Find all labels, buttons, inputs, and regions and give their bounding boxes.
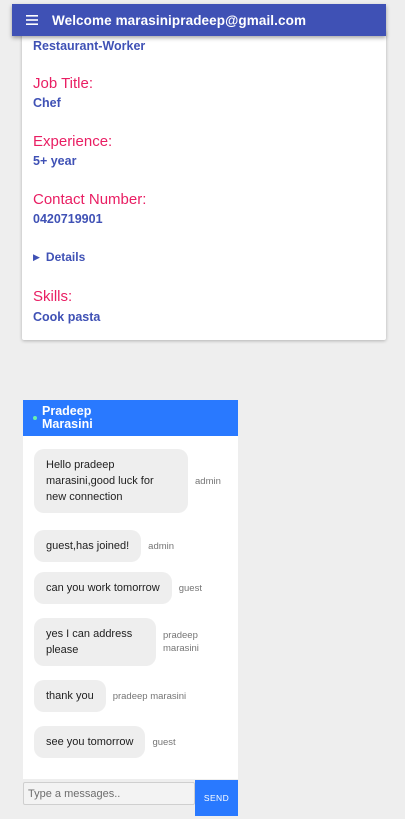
- skills-value: Cook pasta: [33, 310, 101, 324]
- message-bubble: thank you: [34, 680, 106, 712]
- message-author: pradeep marasini: [112, 690, 187, 702]
- message-author: admin: [195, 475, 221, 487]
- job-title-value: Chef: [33, 96, 61, 110]
- message-author: guest: [178, 582, 202, 594]
- message-input[interactable]: [24, 783, 194, 804]
- app-title: Welcome marasinipradeep@gmail.com: [52, 12, 307, 28]
- chat-message: thank you pradeep marasini: [34, 680, 186, 712]
- message-bubble: see you tomorrow: [34, 726, 146, 758]
- chat-message: see you tomorrow guest: [34, 726, 176, 758]
- message-bubble: yes I can address please: [34, 618, 156, 666]
- experience-label: Experience:: [33, 133, 113, 150]
- contact-value: 0420719901: [33, 212, 103, 226]
- send-button[interactable]: SEND: [195, 780, 238, 816]
- category-value: Restaurant-Worker: [33, 39, 146, 53]
- job-title-label: Job Title:: [33, 75, 94, 92]
- message-bubble: can you work tomorrow: [34, 572, 172, 604]
- message-author: admin: [148, 540, 175, 552]
- chat-user-name: Pradeep Marasini: [42, 404, 93, 431]
- message-author: guest: [152, 736, 176, 748]
- chat-message: yes I can address please pradeep marasin…: [34, 618, 213, 666]
- message-bubble: guest,has joined!: [34, 530, 142, 562]
- app-bar: Welcome marasinipradeep@gmail.com: [12, 4, 386, 36]
- message-input-wrapper: [23, 782, 195, 805]
- chat-messages[interactable]: Hello pradeep marasini,good luck for new…: [23, 436, 238, 779]
- profile-card: Restaurant-Worker Job Title: Chef Experi…: [22, 30, 386, 340]
- chat-message: Hello pradeep marasini,good luck for new…: [34, 449, 221, 513]
- chat-message: can you work tomorrow guest: [34, 572, 202, 604]
- contact-label: Contact Number:: [33, 191, 147, 208]
- skills-label: Skills:: [33, 288, 73, 305]
- details-toggle[interactable]: ▶ Details: [33, 250, 85, 264]
- chat-header: Pradeep Marasini: [23, 400, 238, 436]
- details-label: Details: [45, 250, 86, 264]
- hamburger-menu-icon[interactable]: [12, 15, 52, 25]
- message-bubble: Hello pradeep marasini,good luck for new…: [34, 449, 188, 513]
- chat-message: guest,has joined! admin: [34, 530, 174, 562]
- experience-value: 5+ year: [33, 154, 77, 168]
- message-author: pradeep marasini: [163, 630, 199, 654]
- disclosure-triangle-icon: ▶: [33, 251, 40, 262]
- online-status-icon: [33, 416, 37, 420]
